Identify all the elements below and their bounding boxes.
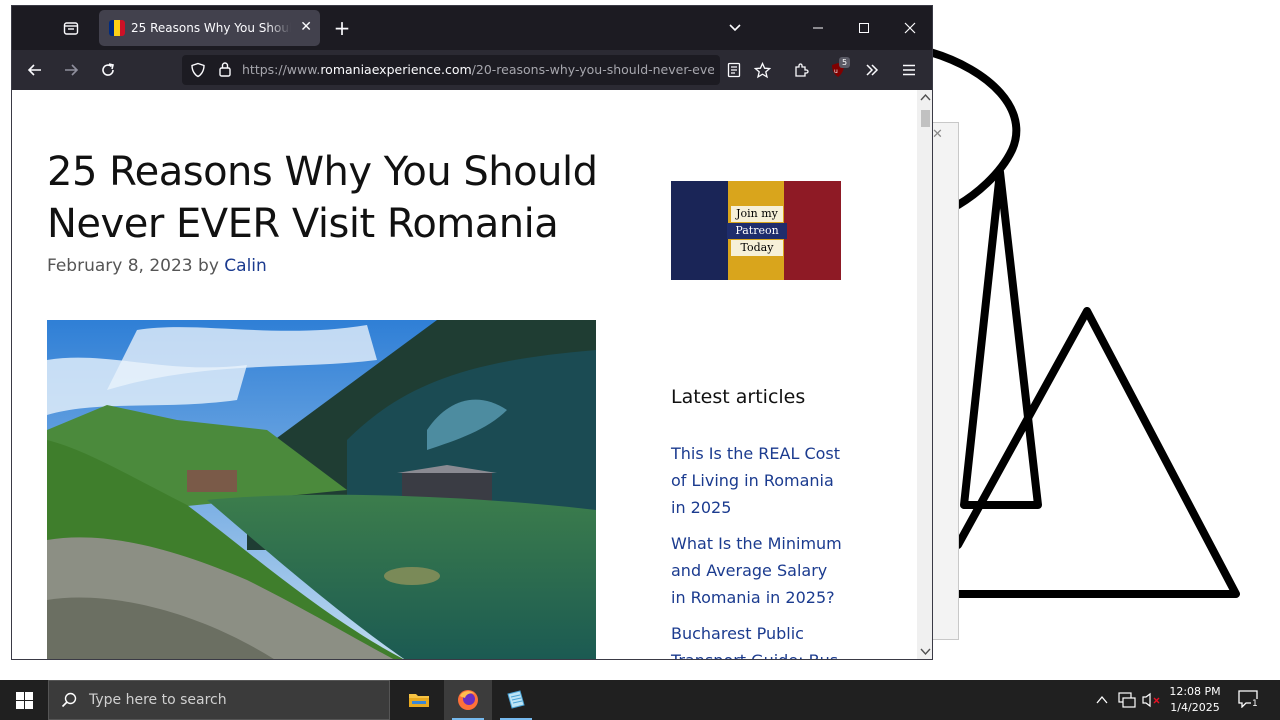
article-link-cost-of-living[interactable]: This Is the REAL Cost of Living in Roman… xyxy=(671,444,840,517)
tab-bar: 25 Reasons Why You Should Never EVER Vis… xyxy=(12,6,932,50)
back-button[interactable] xyxy=(24,60,46,80)
page-scrollbar[interactable] xyxy=(917,90,932,659)
hamburger-menu-icon xyxy=(903,64,915,76)
address-bar[interactable]: https://www.romaniaexperience.com/20-rea… xyxy=(182,55,720,85)
bookmark-star-button[interactable] xyxy=(752,60,772,80)
close-window-button[interactable] xyxy=(899,18,921,38)
tab-title: 25 Reasons Why You Should Never EVER Vis… xyxy=(131,21,291,35)
patreon-line-1: Join my xyxy=(731,206,783,222)
reload-button[interactable] xyxy=(97,60,119,80)
start-button[interactable] xyxy=(0,680,48,720)
article-link-salary[interactable]: What Is the Minimum and Average Salary i… xyxy=(671,534,842,607)
search-icon xyxy=(61,692,77,708)
maximize-icon xyxy=(859,23,869,33)
page-content: 25 Reasons Why You Should Never EVER Vis… xyxy=(12,90,917,659)
overflow-menu-button[interactable] xyxy=(862,60,882,80)
network-icon[interactable] xyxy=(1118,692,1136,708)
firefox-window: 25 Reasons Why You Should Never EVER Vis… xyxy=(11,5,933,660)
article-meta: February 8, 2023 by Calin xyxy=(47,256,267,276)
url-text[interactable]: https://www.romaniaexperience.com/20-rea… xyxy=(242,62,714,77)
show-hidden-icons-chevron-icon[interactable] xyxy=(1096,695,1108,704)
reload-icon xyxy=(102,63,114,76)
article-date: February 8, 2023 xyxy=(47,256,193,276)
firefox-view-button[interactable] xyxy=(60,18,82,38)
star-icon xyxy=(753,61,771,78)
notepad-icon xyxy=(507,690,525,709)
search-placeholder: Type here to search xyxy=(89,692,227,708)
arrow-right-icon xyxy=(65,64,79,76)
article-by: by xyxy=(192,256,225,276)
ublock-origin-button[interactable]: u 5 xyxy=(828,57,851,80)
latest-articles-list: This Is the REAL Cost of Living in Roman… xyxy=(671,440,843,659)
new-tab-button[interactable]: + xyxy=(330,16,354,40)
reader-view-button[interactable] xyxy=(726,60,742,80)
puzzle-icon xyxy=(795,63,809,77)
minimize-button[interactable] xyxy=(807,18,829,38)
patreon-line-3: Today xyxy=(731,240,783,256)
scrollbar-thumb[interactable] xyxy=(921,110,930,127)
navigation-toolbar: https://www.romaniaexperience.com/20-rea… xyxy=(12,50,932,90)
clock-date: 1/4/2025 xyxy=(1170,701,1220,714)
background-dialog-edge: ✕ xyxy=(930,122,959,640)
drawn-large-triangle xyxy=(954,307,1240,598)
list-item: This Is the REAL Cost of Living in Roman… xyxy=(671,440,843,521)
url-path: /20-reasons-why-you-should-never-ever-vi… xyxy=(471,62,714,77)
action-center-button[interactable]: 1 xyxy=(1238,690,1259,710)
clock-time: 12:08 PM xyxy=(1169,685,1221,698)
system-clock[interactable]: 12:08 PM 1/4/2025 xyxy=(1166,684,1224,716)
tracking-protection-icon[interactable] xyxy=(190,62,206,82)
extensions-button[interactable] xyxy=(791,60,811,80)
close-icon: ✕ xyxy=(932,127,943,142)
romania-flag-favicon xyxy=(109,20,125,36)
patreon-sign: Join my Patreon Today xyxy=(727,205,787,257)
windows-logo-icon xyxy=(15,691,33,709)
url-host: romaniaexperience.com xyxy=(320,62,472,77)
sidebar-heading: Latest articles xyxy=(671,386,806,408)
volume-muted-icon[interactable] xyxy=(1142,692,1162,708)
scroll-up-arrow-icon[interactable] xyxy=(920,93,931,101)
lock-icon[interactable] xyxy=(218,61,232,81)
list-item: Bucharest Public Transport Guide: Bus xyxy=(671,620,843,659)
article-link-bucharest-transport[interactable]: Bucharest Public Transport Guide: Bus xyxy=(671,624,838,659)
taskbar-firefox[interactable] xyxy=(444,680,492,720)
drawn-tall-triangle xyxy=(960,168,1042,509)
patreon-banner[interactable]: Join my Patreon Today xyxy=(671,181,841,280)
taskbar-notepad[interactable] xyxy=(492,680,540,720)
firefox-icon xyxy=(458,690,478,710)
folder-icon xyxy=(409,694,429,707)
scroll-down-arrow-icon[interactable] xyxy=(920,648,931,656)
chevron-down-icon xyxy=(729,24,741,32)
arrow-left-icon xyxy=(27,64,41,76)
reader-view-icon xyxy=(727,62,741,78)
author-link[interactable]: Calin xyxy=(224,256,267,276)
taskbar-search-box[interactable]: Type here to search xyxy=(48,680,390,720)
maximize-button[interactable] xyxy=(853,18,875,38)
forward-button[interactable] xyxy=(60,60,82,80)
notification-count: 1 xyxy=(1251,699,1259,709)
tab-active[interactable]: 25 Reasons Why You Should Never EVER Vis… xyxy=(99,10,320,46)
patreon-line-2: Patreon xyxy=(727,223,787,239)
firefox-view-icon xyxy=(63,22,79,35)
close-icon xyxy=(904,22,916,34)
minimize-icon xyxy=(813,27,823,29)
hero-landscape-image xyxy=(47,320,596,659)
double-chevron-right-icon xyxy=(866,64,879,76)
list-item: What Is the Minimum and Average Salary i… xyxy=(671,530,843,611)
tab-list-button[interactable] xyxy=(724,18,746,38)
extension-badge: 5 xyxy=(839,57,851,68)
taskbar-file-explorer[interactable] xyxy=(395,680,443,720)
windows-taskbar: Type here to search 12:08 PM 1/4/2025 1 xyxy=(0,680,1280,720)
tab-close-icon[interactable]: ✕ xyxy=(300,19,312,35)
article-title: 25 Reasons Why You Should Never EVER Vis… xyxy=(47,149,598,247)
svg-text:u: u xyxy=(834,68,838,75)
url-prefix: https://www. xyxy=(242,62,321,77)
app-menu-button[interactable] xyxy=(899,60,919,80)
